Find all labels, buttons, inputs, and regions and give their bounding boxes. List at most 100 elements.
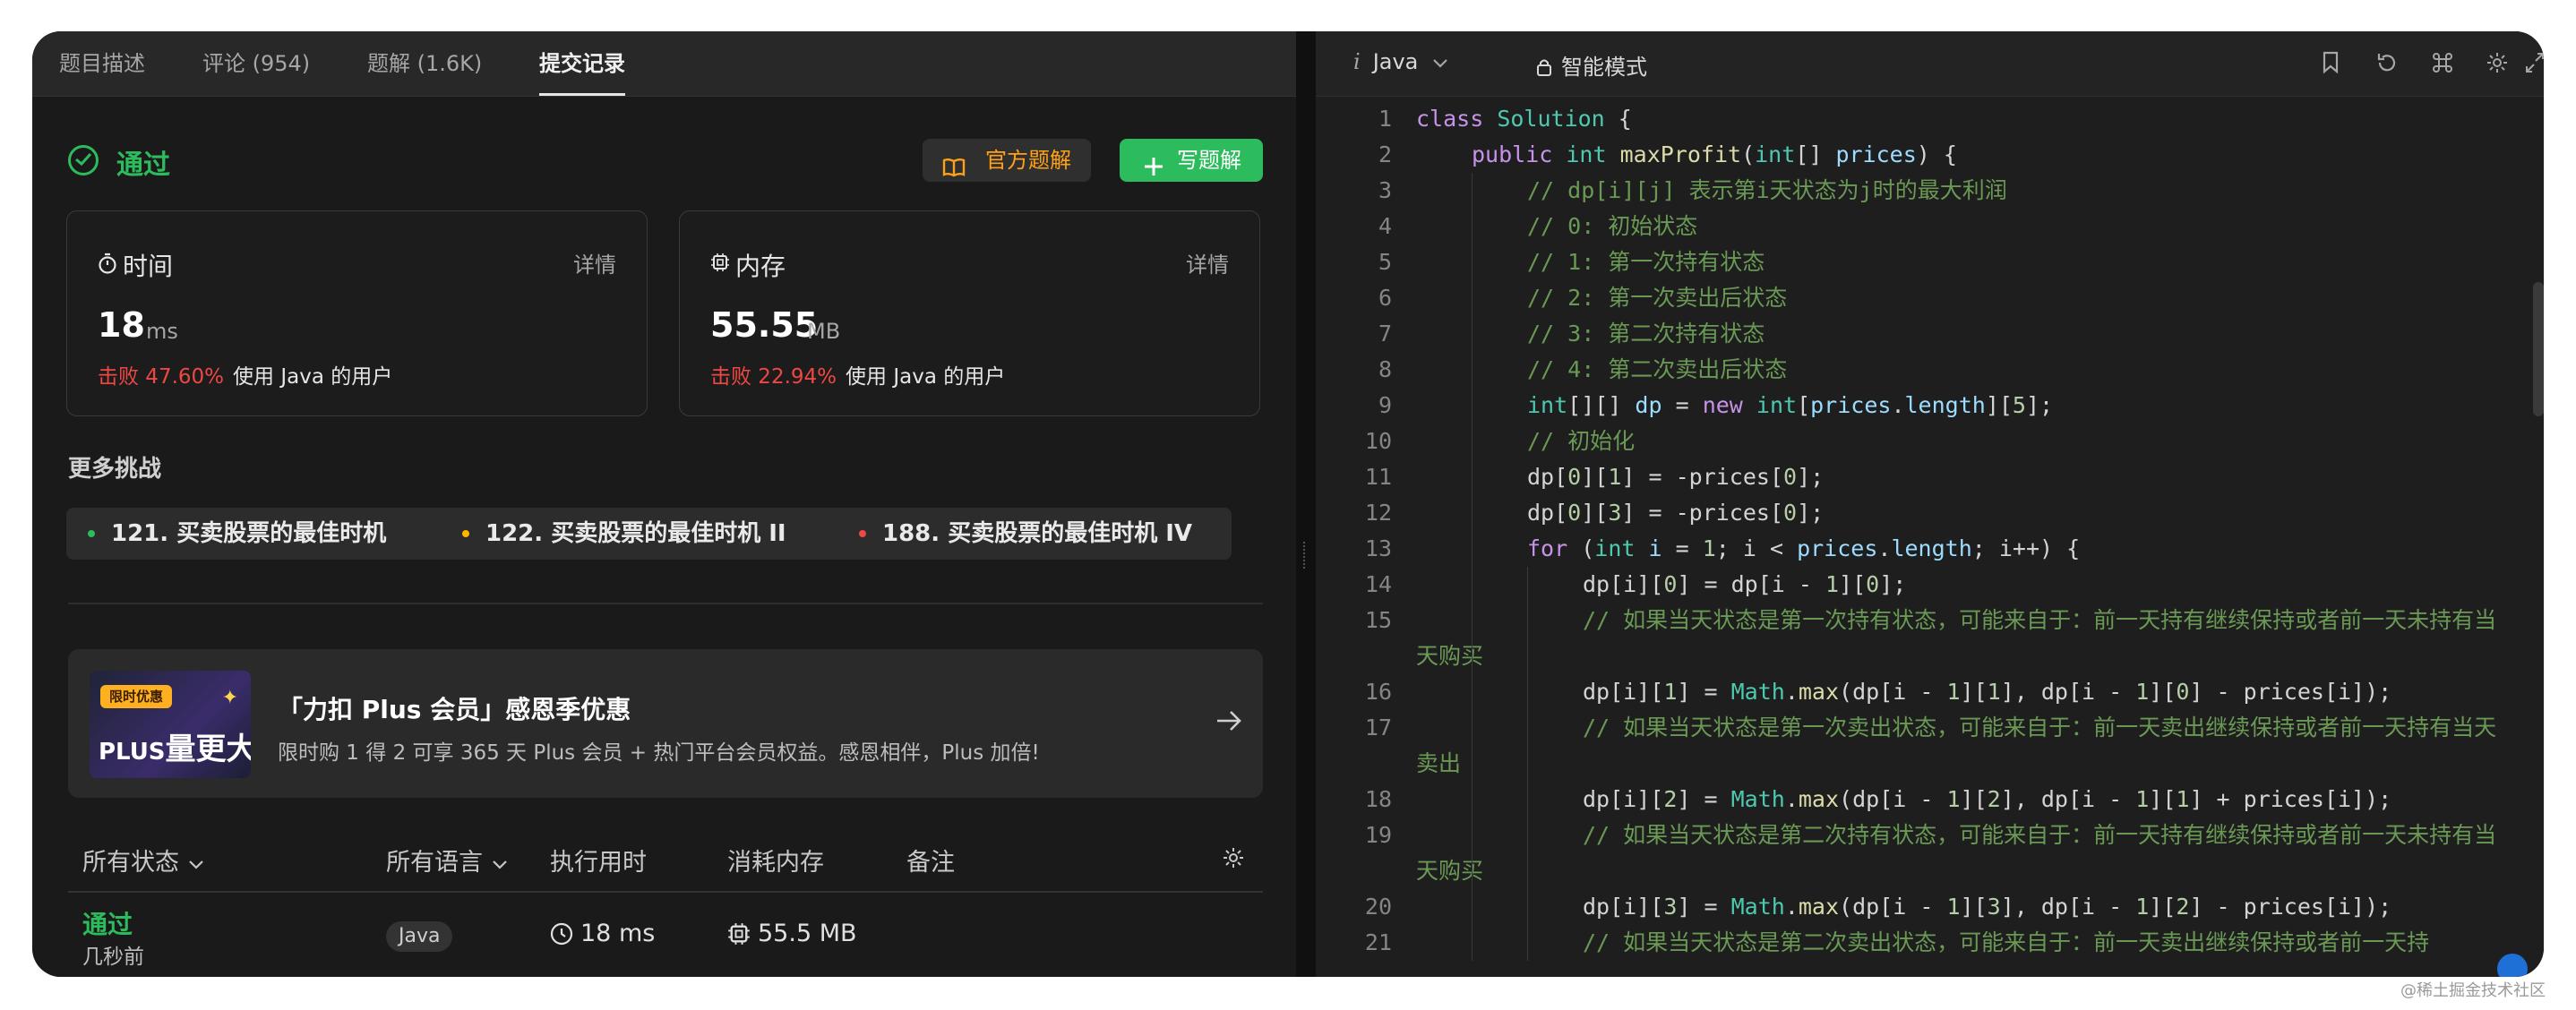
tab-comments[interactable]: 评论 (954) [202,31,310,96]
line-code: // 如果当天状态是第一次卖出状态，可能来自于：前一天卖出继续保持或者前一天持有… [1583,715,2497,740]
indent-guide [1472,459,1473,495]
runtime-beat-suffix: 使用 Java 的用户 [233,365,393,389]
memory-detail-link[interactable]: 详情 [1186,247,1229,278]
indent-guide [1472,495,1473,531]
indent-guide [1527,746,1528,782]
code-line: 7 // 3: 第二次持有状态 [1316,316,2544,352]
challenge-chip-121[interactable]: 121. 买卖股票的最佳时机 [66,508,453,560]
line-code: // 1: 第一次持有状态 [1527,249,1765,275]
reset-icon[interactable] [2375,51,2399,78]
code-line: 13 for (int i = 1; i < prices.length; i++… [1316,531,2544,567]
line-code: dp[0][3] = -prices[0]; [1527,500,1825,526]
indent-guide [1472,388,1473,424]
row-language-badge: Java [386,921,453,952]
code-line: 卖出 [1316,746,2544,782]
code-line: 天购买 [1316,853,2544,889]
code-line: 8 // 4: 第二次卖出后状态 [1316,352,2544,388]
indent-guide [1472,889,1473,925]
assistant-button[interactable] [2497,954,2528,977]
indent-guide [1527,638,1528,674]
line-number: 2 [1378,141,1392,167]
line-number: 11 [1364,464,1392,490]
indent-guide [1472,531,1473,567]
indent-guide [1472,280,1473,316]
bookmark-icon[interactable] [2321,51,2340,78]
code-line: 5 // 1: 第一次持有状态 [1316,244,2544,280]
code-line: 14 dp[i][0] = dp[i - 1][0]; [1316,567,2544,603]
row-status-link[interactable]: 通过 [82,905,133,941]
memory-beat-suffix: 使用 Java 的用户 [846,365,1006,389]
line-code: dp[i][0] = dp[i - 1][0]; [1583,571,1907,597]
line-code: // 如果当天状态是第二次卖出状态，可能来自于：前一天卖出继续保持或者前一天持 [1583,929,2430,955]
difficulty-dot [859,530,866,537]
indent-guide [1527,853,1528,889]
tab-description[interactable]: 题目描述 [59,31,145,96]
indent-guide [1472,316,1473,352]
filter-language[interactable]: 所有语言 [386,843,508,877]
submission-panel: 题目描述 评论 (954) 题解 (1.6K) 提交记录 通过 官方题解 写题解 [32,31,1296,977]
indent-guide [1472,244,1473,280]
challenge-chip-122[interactable]: 122. 买卖股票的最佳时机 II [441,508,847,560]
challenge-chip-188[interactable]: 188. 买卖股票的最佳时机 IV [837,508,1232,560]
code-line: 12 dp[0][3] = -prices[0]; [1316,495,2544,531]
header-note: 备注 [906,849,955,877]
plus-promo-banner[interactable]: 限时优惠 ✦ PLUS量更大 「力扣 Plus 会员」感恩季优惠 限时购 1 得… [68,649,1263,798]
code-line: 19 // 如果当天状态是第二次持有状态，可能来自于：前一天持有继续保持或者前一天… [1316,817,2544,853]
memory-title: 内存 [735,252,786,281]
line-code: 卖出 [1416,750,1462,776]
line-code: dp[i][1] = Math.max(dp[i - 1][1], dp[i -… [1583,679,2392,705]
line-code: // 如果当天状态是第一次持有状态，可能来自于：前一天持有继续保持或者前一天未持… [1583,607,2497,633]
code-line: 天购买 [1316,638,2544,674]
arrow-right-icon[interactable] [1215,706,1243,739]
fullscreen-icon[interactable] [2525,51,2544,78]
settings-icon[interactable] [2486,51,2509,78]
memory-beat-percent: 击败 22.94% [710,365,837,389]
lock-icon [1536,57,1552,82]
challenge-label: 121. 买卖股票的最佳时机 [111,520,387,547]
indent-guide [1472,782,1473,817]
editor-scrollbar[interactable] [2533,282,2544,416]
indent-guide [1472,853,1473,889]
line-number: 18 [1364,786,1392,812]
filter-status[interactable]: 所有状态 [82,843,204,877]
line-code: class Solution { [1416,106,1632,132]
line-code: 天购买 [1416,643,1484,669]
indent-guide [1472,352,1473,388]
watermark-text: @稀土掘金技术社区 [2400,981,2546,1000]
header-memory: 消耗内存 [727,849,824,877]
official-solution-button[interactable]: 官方题解 [923,139,1091,182]
panel-resize-handle[interactable] [1296,31,1316,977]
code-line: 21 // 如果当天状态是第二次卖出状态，可能来自于：前一天卖出继续保持或者前一天… [1316,925,2544,961]
line-number: 14 [1364,571,1392,597]
runtime-detail-link[interactable]: 详情 [573,247,616,278]
chip-icon [710,252,730,276]
line-code: 天购买 [1416,858,1484,884]
line-code: for (int i = 1; i < prices.length; i++) … [1527,535,2081,561]
line-code: dp[i][3] = Math.max(dp[i - 1][3], dp[i -… [1583,894,2392,920]
code-line: 20 dp[i][3] = Math.max(dp[i - 1][3], dp[i… [1316,889,2544,925]
check-circle-icon [68,145,99,175]
indent-guide [1472,173,1473,209]
shortcut-icon[interactable] [2431,51,2454,78]
tab-submissions[interactable]: 提交记录 [539,31,625,96]
indent-guide [1527,603,1528,638]
promo-subtitle: 限时购 1 得 2 可享 365 天 Plus 会员 + 热门平台会员权益。感恩… [278,741,1040,765]
memory-unit: MB [807,319,841,344]
line-number: 19 [1364,822,1392,848]
gear-icon[interactable] [1222,846,1245,873]
write-solution-label: 写题解 [1177,148,1241,173]
line-code: int[][] dp = new int[prices.length][5]; [1527,392,2054,418]
indent-guide [1527,817,1528,853]
runtime-beat: 击败 47.60% 使用 Java 的用户 [98,359,392,389]
language-select[interactable]: i Java [1353,49,1448,74]
code-area[interactable]: 1 class Solution {2 public int maxProfit(i… [1316,96,2544,977]
difficulty-dot [462,530,469,537]
smart-mode-toggle[interactable]: 智能模式 [1536,49,1647,82]
indent-guide [1472,817,1473,853]
tab-solutions[interactable]: 题解 (1.6K) [367,31,482,96]
line-number: 13 [1364,535,1392,561]
chevron-down-icon [1432,49,1448,74]
write-solution-button[interactable]: 写题解 [1120,139,1263,182]
code-line: 3 // dp[i][j] 表示第i天状态为j时的最大利润 [1316,173,2544,209]
info-icon: i [1353,49,1361,74]
